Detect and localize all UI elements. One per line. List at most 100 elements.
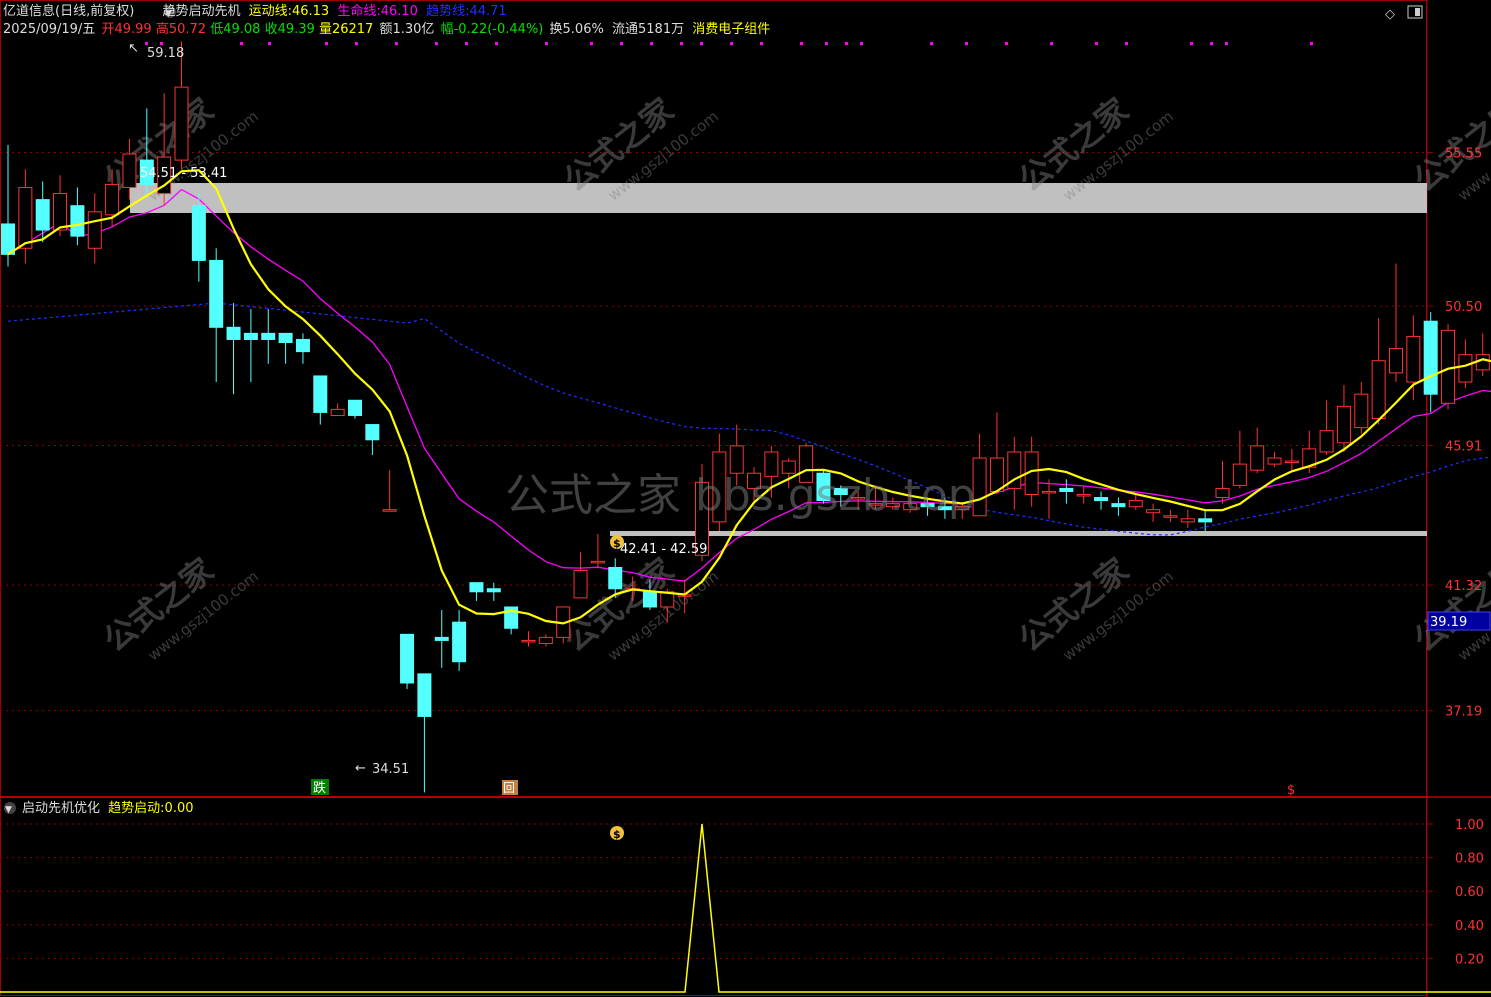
high-label: 高: [155, 22, 169, 37]
diamond-icon[interactable]: ◇: [1385, 7, 1395, 22]
line3-label: 趋势线:: [426, 4, 470, 19]
sub-tick-label: 1.00: [1455, 818, 1484, 833]
signal-dot: [1005, 42, 1008, 45]
candle-body[interactable]: [330, 408, 345, 416]
zone-top-label: 54.51 - 53.41: [140, 166, 227, 181]
candle-body[interactable]: [209, 259, 224, 328]
candle-body[interactable]: [1198, 518, 1213, 523]
candle-body[interactable]: [295, 338, 310, 353]
candle-body[interactable]: [989, 457, 1004, 492]
signal-dot: [545, 42, 548, 45]
candle-body[interactable]: [1389, 348, 1403, 374]
candle-body[interactable]: [1284, 460, 1299, 464]
candle-body[interactable]: [1250, 445, 1265, 471]
signal-dot: [1095, 42, 1098, 45]
candle-body[interactable]: [18, 186, 33, 249]
sub-tick-label: 0.80: [1455, 852, 1484, 867]
trough-label: 34.51: [372, 762, 409, 777]
candle-body[interactable]: [1059, 487, 1074, 492]
app-name[interactable]: 亿道信息: [3, 4, 55, 19]
candle-body[interactable]: [53, 193, 68, 231]
candle-body[interactable]: [261, 332, 276, 340]
low-label: 低: [210, 22, 224, 37]
candle-body[interactable]: [434, 636, 449, 641]
candle-body[interactable]: [1319, 430, 1334, 453]
sub-line-label: 趋势启动:: [108, 801, 165, 816]
signal-dot: [700, 42, 703, 45]
candle-body[interactable]: [486, 588, 501, 593]
candle-body[interactable]: [382, 509, 397, 512]
candle-body[interactable]: [365, 424, 380, 441]
candle-body[interactable]: [278, 332, 293, 344]
signal-dot: [325, 42, 328, 45]
candle-body[interactable]: [521, 639, 536, 643]
s-marker[interactable]: $: [1287, 783, 1295, 798]
candle-body[interactable]: [590, 560, 605, 564]
candle-body[interactable]: [1336, 405, 1351, 444]
candle-body[interactable]: [1180, 518, 1195, 523]
hui-marker[interactable]: 回: [503, 781, 515, 795]
signal-dot: [465, 42, 468, 45]
signal-dot: [395, 42, 398, 45]
sector-tag[interactable]: 消费电子组件: [692, 22, 770, 37]
float-label: 流通: [611, 22, 638, 37]
price-tick-label: 50.50: [1445, 300, 1482, 315]
signal-dot: [1310, 42, 1313, 45]
signal-dot: [1210, 42, 1213, 45]
candle-body[interactable]: [417, 673, 432, 717]
candle-body[interactable]: [400, 633, 415, 684]
candle-body[interactable]: [1354, 393, 1369, 429]
candle-body[interactable]: [70, 205, 85, 237]
candle-body[interactable]: [348, 399, 362, 416]
indicator-name[interactable]: 趋势启动先机: [162, 4, 240, 19]
candle-body[interactable]: [538, 636, 553, 644]
chg-value: -0.22(-0.44%): [453, 22, 544, 37]
signal-dot: [730, 42, 733, 45]
candle-body[interactable]: [105, 183, 120, 216]
signal-dot: [435, 42, 438, 45]
candle-body[interactable]: [573, 570, 588, 599]
candle-body[interactable]: [1475, 354, 1490, 371]
candle-body[interactable]: [191, 205, 206, 261]
signal-dot: [495, 42, 498, 45]
candle-body[interactable]: [642, 591, 657, 608]
watermark-stamp: 公式之家www.gszj100.com: [1406, 551, 1491, 665]
candle-body[interactable]: [1076, 494, 1091, 497]
sub-line-value: 0.00: [164, 801, 194, 816]
kline-chart[interactable]: 公式之家www.gszj100.com 公式之家www.gszj100.com 公式…: [0, 0, 1491, 997]
candle-body[interactable]: [1232, 463, 1247, 486]
candle-body[interactable]: [1111, 503, 1126, 508]
sub-title[interactable]: 启动先机优化: [22, 801, 100, 816]
candle-body[interactable]: [1423, 320, 1438, 395]
close-label: 收: [264, 22, 278, 37]
candle-body[interactable]: [1215, 487, 1230, 499]
candle-body[interactable]: [122, 153, 137, 188]
period-mode[interactable]: (日线,前复权): [55, 4, 134, 19]
candle-body[interactable]: [469, 582, 484, 593]
candle-body[interactable]: [1267, 457, 1282, 465]
signal-dot: [860, 42, 863, 45]
candle-body[interactable]: [1371, 360, 1386, 419]
candle-body[interactable]: [35, 199, 50, 231]
candle-body[interactable]: [1, 223, 15, 255]
signal-dot: [930, 42, 933, 45]
amt-label: 额: [379, 22, 393, 37]
candle-body[interactable]: [1163, 515, 1178, 518]
sub-tick-label: 0.60: [1455, 885, 1484, 900]
candle-body[interactable]: [1458, 354, 1473, 383]
candle-body[interactable]: [1146, 509, 1161, 514]
candle-body[interactable]: [1128, 500, 1143, 508]
candle-body[interactable]: [1094, 497, 1109, 502]
candle-body[interactable]: [1406, 335, 1421, 383]
candle-body[interactable]: [608, 566, 623, 590]
candle-body[interactable]: [452, 621, 467, 663]
candle-body[interactable]: [87, 211, 102, 249]
signal-dot: [680, 42, 683, 45]
candle-body[interactable]: [243, 332, 258, 340]
candle-body[interactable]: [226, 326, 241, 340]
die-marker[interactable]: 跌: [313, 780, 326, 796]
candle-body[interactable]: [174, 86, 189, 161]
open-label: 开: [101, 22, 115, 37]
candle-body[interactable]: [1042, 490, 1056, 494]
candle-body[interactable]: [313, 375, 328, 413]
